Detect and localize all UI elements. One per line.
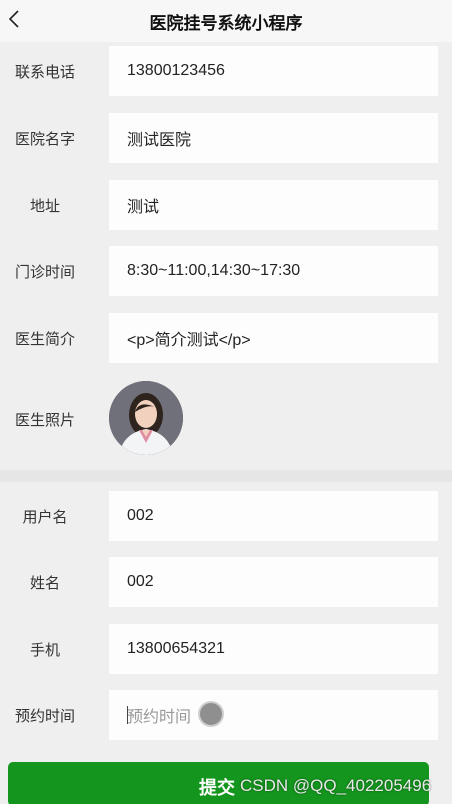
section-divider — [0, 470, 452, 482]
hospital-name-label: 医院名字 — [14, 130, 75, 148]
clinic-hours-row: 门诊时间 8:30~11:00,14:30~17:30 — [0, 246, 452, 296]
submit-label: 提交 — [199, 778, 235, 798]
phone-label: 联系电话 — [14, 63, 75, 81]
watermark: CSDN @QQ_402205496 — [240, 776, 432, 795]
address-label: 地址 — [29, 197, 60, 215]
hospital-name-row: 医院名字 测试医院 — [0, 113, 452, 163]
doctor-photo-label: 医生照片 — [14, 411, 75, 429]
mobile-label: 手机 — [29, 641, 60, 659]
user-name-row: 姓名 002 — [0, 557, 452, 607]
mobile-field[interactable]: 13800654321 — [109, 624, 438, 674]
clinic-hours-label: 门诊时间 — [14, 263, 75, 281]
text-cursor — [127, 706, 128, 724]
user-name-field[interactable]: 002 — [109, 557, 438, 607]
doctor-intro-row: 医生简介 <p>简介测试</p> — [0, 313, 452, 363]
address-field[interactable]: 测试 — [109, 180, 438, 230]
phone-field[interactable]: 13800123456 — [109, 46, 438, 96]
nav-bar: 医院挂号系统小程序 — [0, 0, 452, 42]
user-name-label: 姓名 — [29, 574, 60, 592]
doctor-intro-field[interactable]: <p>简介测试</p> — [109, 313, 438, 363]
page-title: 医院挂号系统小程序 — [149, 13, 303, 33]
address-row: 地址 测试 — [0, 180, 452, 230]
touch-indicator — [198, 701, 224, 727]
username-label: 用户名 — [22, 508, 68, 526]
appointment-time-label: 预约时间 — [14, 707, 75, 725]
back-icon[interactable] — [2, 6, 26, 32]
clinic-hours-field[interactable]: 8:30~11:00,14:30~17:30 — [109, 246, 438, 296]
doctor-photo[interactable] — [109, 381, 183, 455]
username-field[interactable]: 002 — [109, 491, 438, 541]
doctor-photo-row: 医生照片 — [0, 375, 452, 463]
doctor-intro-label: 医生简介 — [14, 330, 75, 348]
appointment-time-row: 预约时间 预约时间 — [0, 690, 452, 740]
username-row: 用户名 002 — [0, 491, 452, 541]
mobile-row: 手机 13800654321 — [0, 624, 452, 674]
hospital-name-field[interactable]: 测试医院 — [109, 113, 438, 163]
phone-row: 联系电话 13800123456 — [0, 46, 452, 96]
appointment-time-input[interactable]: 预约时间 — [109, 690, 438, 740]
